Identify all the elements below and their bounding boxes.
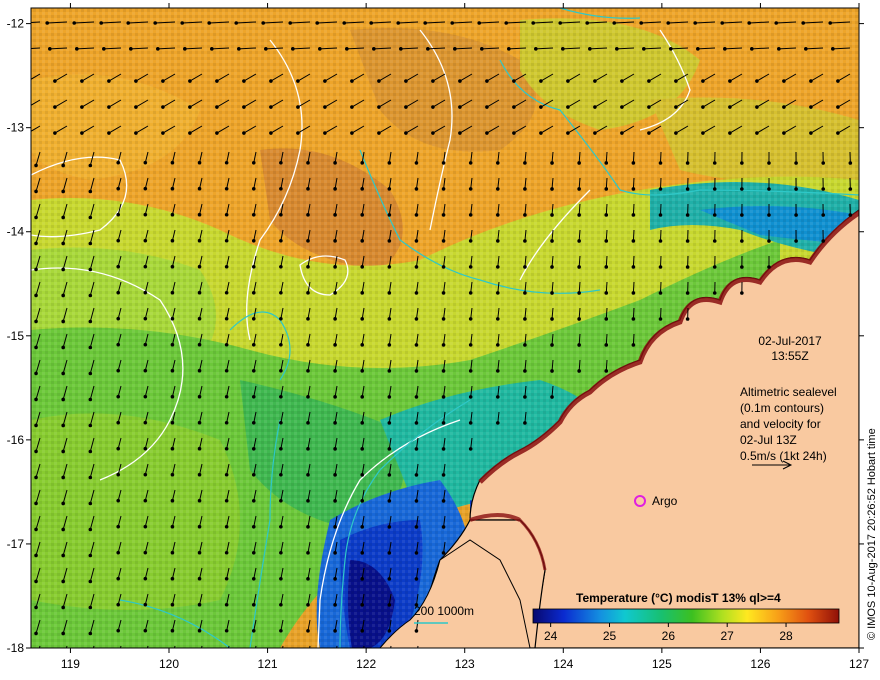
lat-tick-label: -16 (7, 433, 25, 447)
lon-tick-label: 125 (652, 657, 672, 671)
lat-tick-label: -12 (7, 17, 25, 31)
lon-tick-label: 127 (849, 657, 869, 671)
colorbar-tick-label: 28 (779, 629, 793, 643)
lon-tick-label: 126 (750, 657, 770, 671)
date-label: 02-Jul-2017 (758, 334, 822, 348)
lat-tick-label: -13 (7, 121, 25, 135)
lat-tick-label: -15 (7, 329, 25, 343)
sst-map: 119 120 121 122 123 124 125 126 127 -12 -13 -14 -15… (7, 3, 878, 671)
colorbar-tick-label: 25 (603, 629, 617, 643)
lat-tick-label: -18 (7, 641, 25, 655)
altimetry-line-4: 02-Jul 13Z (740, 433, 797, 447)
lon-tick-label: 124 (553, 657, 573, 671)
colorbar-tick-label: 26 (662, 629, 676, 643)
time-label: 13:55Z (771, 349, 808, 363)
imos-credit: © IMOS 10-Aug-2017 20:26:52 Hobart time (866, 428, 878, 640)
altimetry-line-2: (0.1m contours) (740, 401, 824, 415)
colorbar (532, 608, 840, 624)
altimetry-line-3: and velocity for (740, 417, 821, 431)
argo-label: Argo (652, 494, 678, 508)
bathymetry-legend-label: 200 1000m (414, 604, 474, 618)
lon-tick-label: 122 (356, 657, 376, 671)
colorbar-tick-label: 24 (544, 629, 558, 643)
lat-tick-label: -17 (7, 537, 25, 551)
lon-tick-label: 121 (258, 657, 278, 671)
colorbar-title: Temperature (°C) modisT 13% ql>=4 (576, 591, 781, 605)
colorbar-tick-label: 27 (721, 629, 735, 643)
lon-tick-label: 123 (455, 657, 475, 671)
lon-tick-label: 120 (159, 657, 179, 671)
lat-tick-label: -14 (7, 225, 25, 239)
lon-tick-label: 119 (61, 657, 80, 671)
altimetry-line-1: Altimetric sealevel (740, 385, 837, 399)
